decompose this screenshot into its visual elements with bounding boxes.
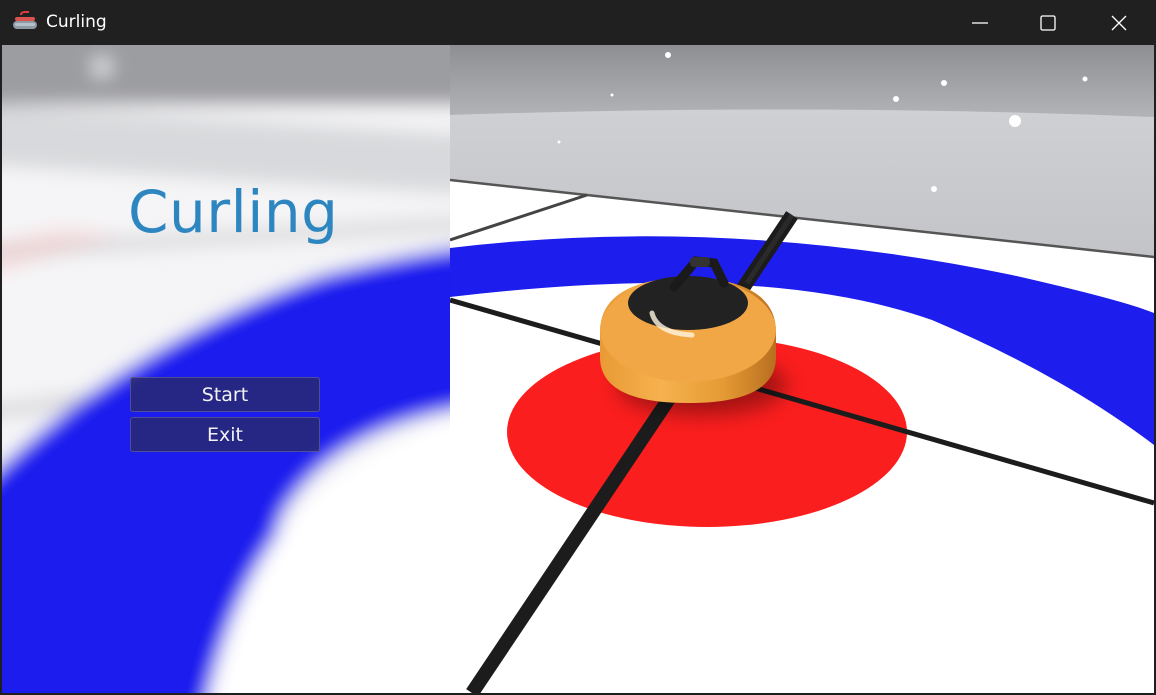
close-button[interactable]: [1085, 0, 1153, 45]
minimize-icon: [972, 21, 988, 24]
game-window: Curling Curling Start Exit: [0, 0, 1156, 695]
window-title: Curling: [46, 12, 107, 32]
maximize-button[interactable]: [1014, 0, 1082, 45]
maximize-icon: [1040, 14, 1056, 31]
minimize-button[interactable]: [946, 0, 1014, 45]
close-icon: [1111, 15, 1127, 30]
title-bar[interactable]: Curling: [0, 0, 1156, 45]
game-title: Curling: [128, 178, 339, 246]
main-menu: Curling Start Exit: [2, 45, 450, 693]
game-viewport[interactable]: Curling Start Exit: [2, 45, 1154, 693]
start-button[interactable]: Start: [130, 377, 320, 412]
curling-stone-icon: [13, 11, 37, 29]
exit-button[interactable]: Exit: [130, 417, 320, 452]
